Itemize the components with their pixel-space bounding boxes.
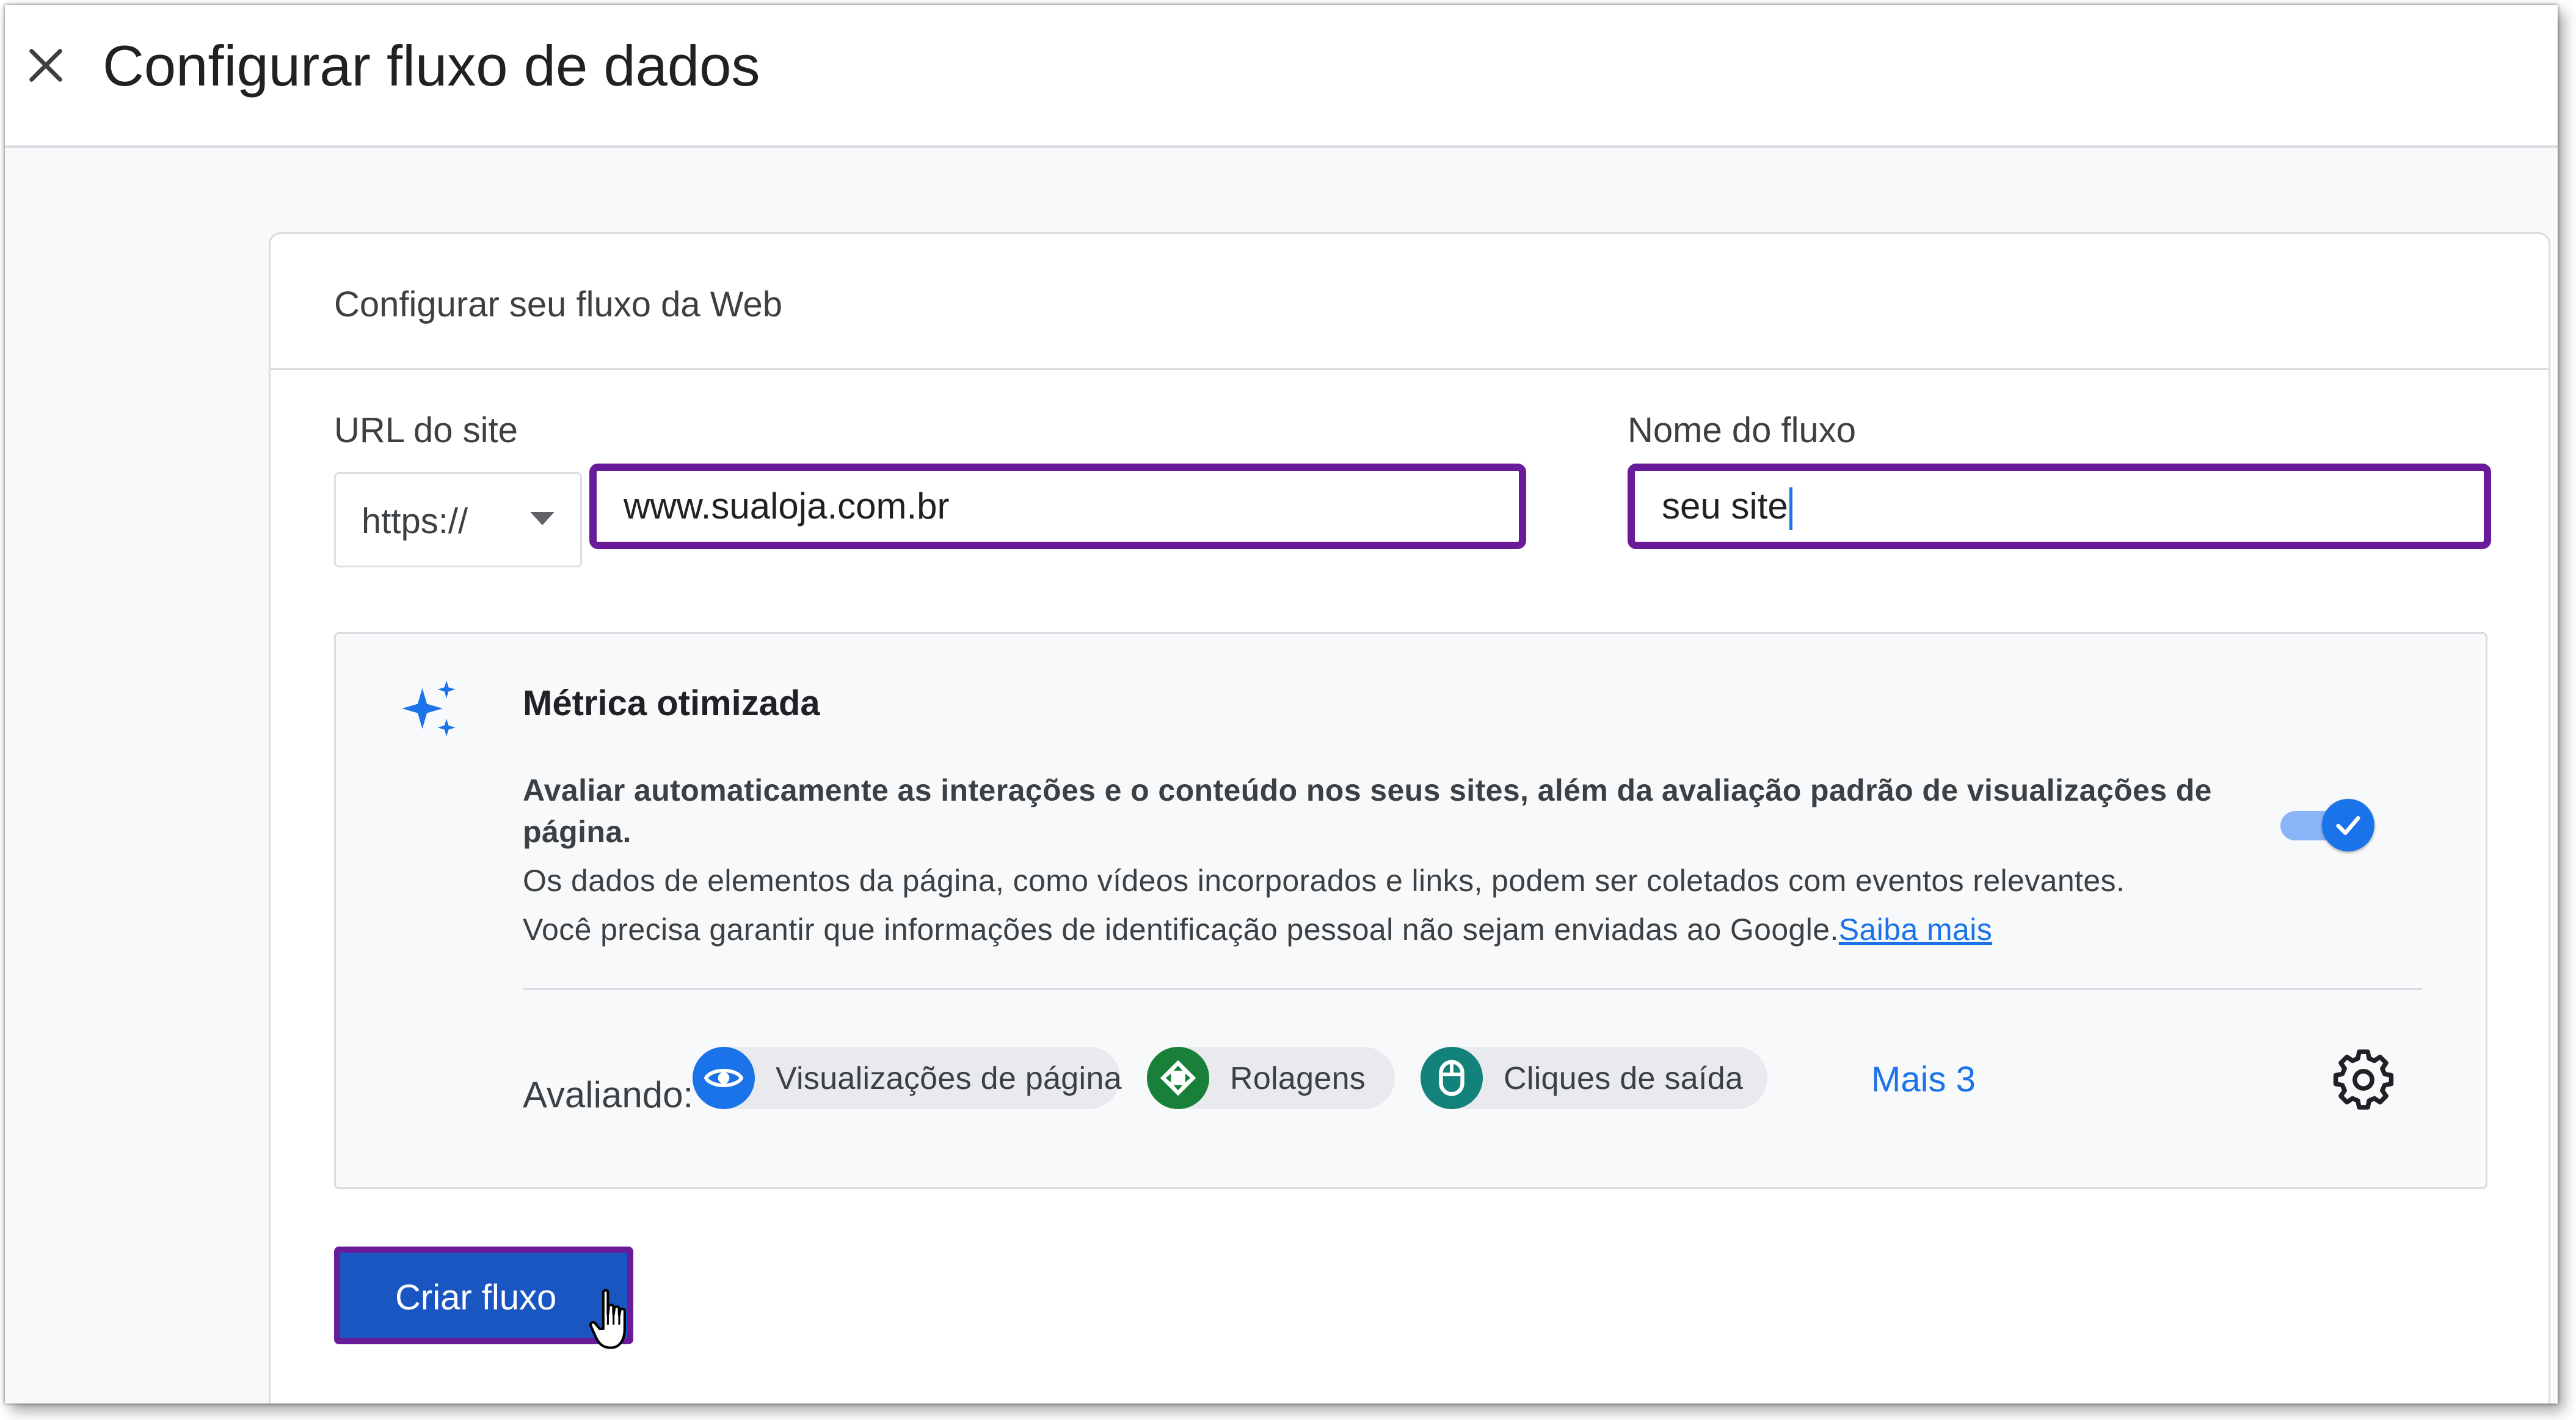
card-title: Configurar seu fluxo da Web: [334, 285, 783, 324]
dialog-window: Configurar fluxo de dados Configurar seu…: [5, 5, 2558, 1404]
chip-page-views[interactable]: Visualizações de página: [693, 1047, 1122, 1109]
chip-outbound-clicks[interactable]: Cliques de saída: [1421, 1047, 1767, 1109]
pii-note-text: Você precisa garantir que informações de…: [523, 912, 1839, 947]
chip-label: Cliques de saída: [1504, 1061, 1744, 1096]
pii-note: Você precisa garantir que informações de…: [523, 909, 2294, 950]
stream-name-value: seu site: [1662, 486, 1788, 526]
chip-scrolls[interactable]: Rolagens: [1147, 1047, 1395, 1109]
hand-pointer-icon: [589, 1289, 626, 1349]
stream-name-input[interactable]: seu site: [1628, 464, 2491, 549]
enhanced-measurement-description: Avaliar automaticamente as interações e …: [523, 773, 2212, 849]
url-label: URL do site: [334, 410, 518, 450]
gear-icon[interactable]: [2333, 1049, 2394, 1110]
close-button[interactable]: [18, 38, 73, 93]
enhanced-measurement-title: Métrica otimizada: [523, 683, 820, 723]
more-events-link[interactable]: Mais 3: [1871, 1059, 1976, 1100]
chip-label: Rolagens: [1230, 1061, 1366, 1096]
mouse-icon: [1421, 1047, 1483, 1109]
scroll-arrows-icon: [1147, 1047, 1209, 1109]
measuring-label: Avaliando:: [523, 1074, 694, 1115]
toggle-knob: [2322, 799, 2374, 851]
enhanced-measurement-toggle[interactable]: [2280, 793, 2374, 854]
chip-label: Visualizações de página: [776, 1061, 1122, 1096]
close-icon: [29, 49, 62, 82]
protocol-value: https://: [362, 501, 468, 541]
text-caret: [1789, 487, 1792, 531]
sparkle-icon: [402, 680, 456, 737]
divider: [523, 988, 2422, 990]
checkmark-icon: [2336, 816, 2360, 836]
learn-more-link[interactable]: Saiba mais: [1839, 912, 1992, 947]
header-bar: Configurar fluxo de dados: [5, 5, 2558, 148]
page-title: Configurar fluxo de dados: [103, 34, 760, 98]
eye-icon: [693, 1047, 755, 1109]
website-url-value: www.sualoja.com.br: [624, 486, 950, 526]
stream-name-label: Nome do fluxo: [1628, 410, 1856, 450]
chevron-down-icon: [530, 512, 555, 525]
create-stream-label: Criar fluxo: [395, 1278, 557, 1317]
website-url-input[interactable]: www.sualoja.com.br: [589, 464, 1526, 549]
create-stream-button[interactable]: Criar fluxo: [334, 1247, 633, 1349]
protocol-select[interactable]: https://: [334, 472, 582, 567]
card-header: Configurar seu fluxo da Web: [271, 234, 2549, 370]
web-stream-card: Configurar seu fluxo da Web URL do site …: [269, 232, 2550, 1404]
enhanced-measurement-note: Os dados de elementos da página, como ví…: [523, 864, 2125, 898]
enhanced-measurement-panel: Métrica otimizada Avaliar automaticament…: [334, 632, 2487, 1189]
